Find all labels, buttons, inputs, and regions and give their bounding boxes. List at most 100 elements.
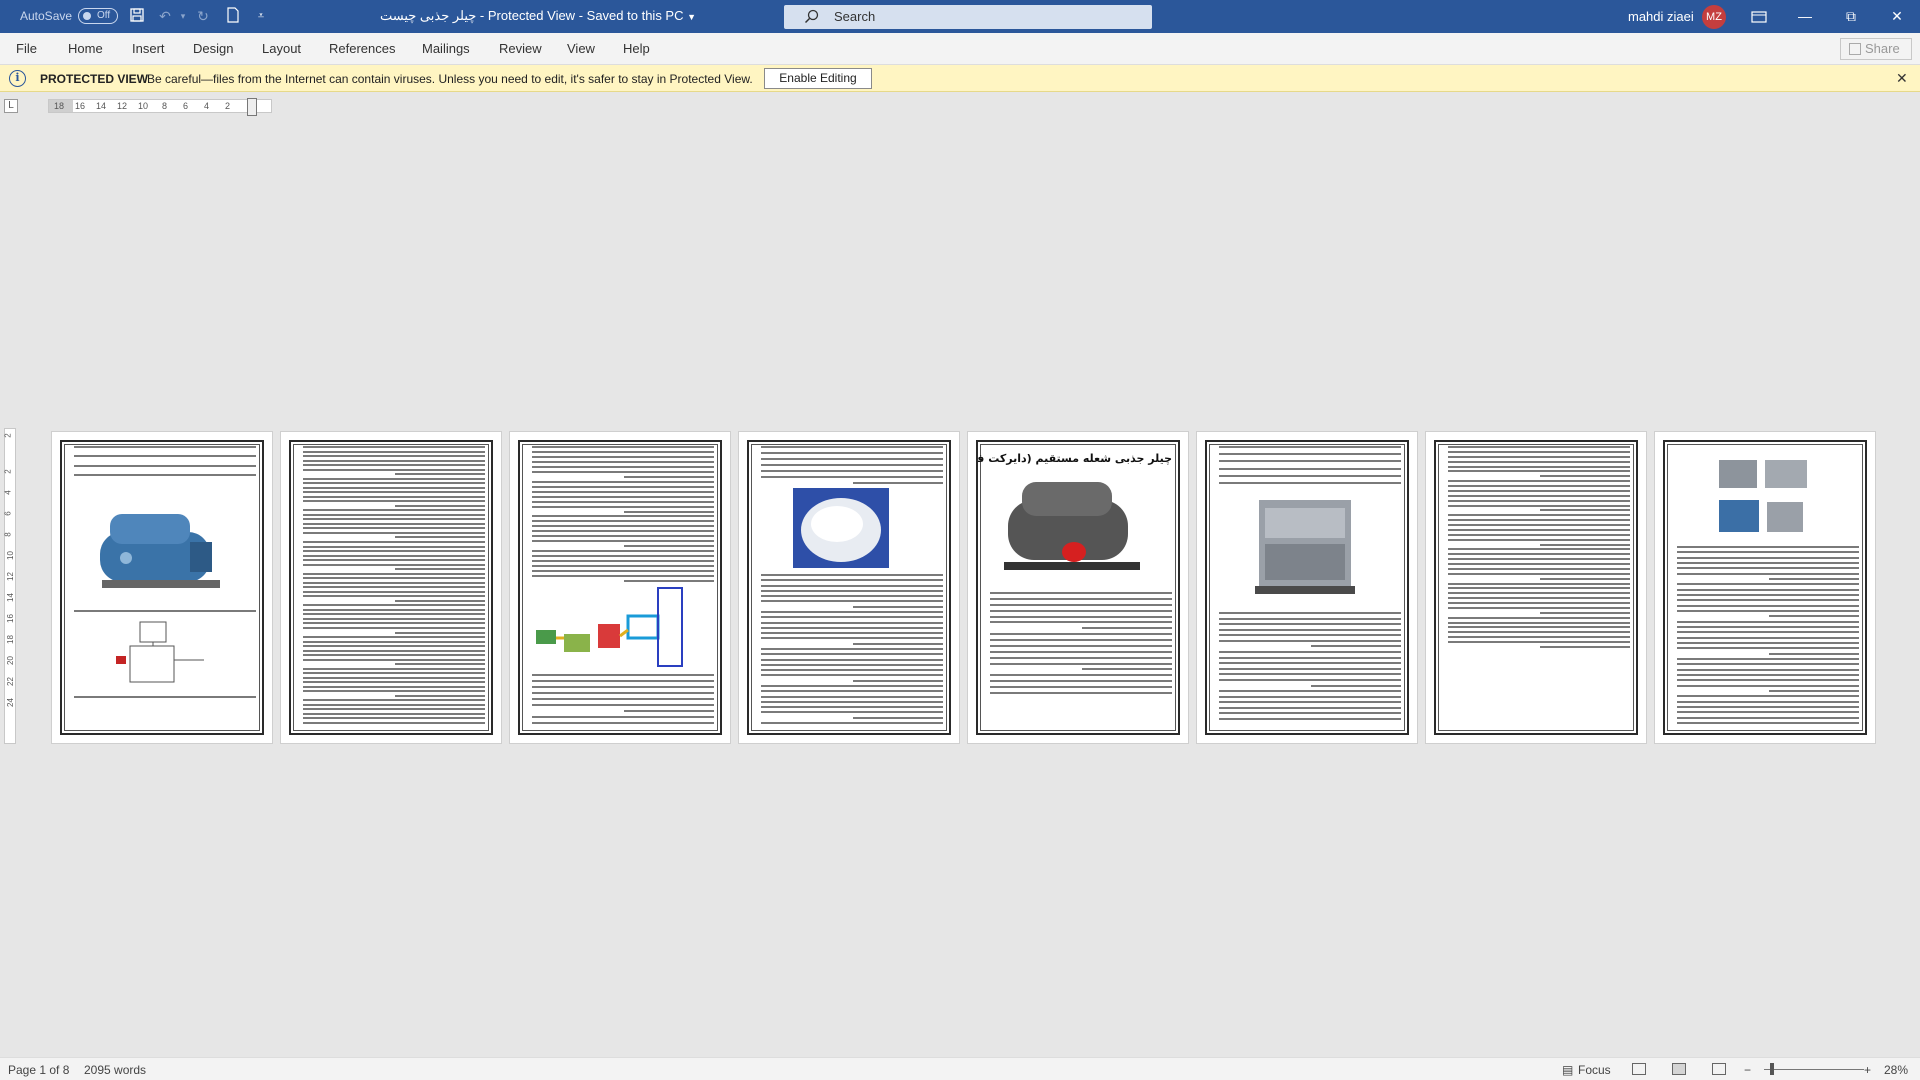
zoom-slider-thumb[interactable] xyxy=(1770,1063,1774,1075)
text-line xyxy=(303,699,485,701)
text-line xyxy=(532,530,714,532)
text-line xyxy=(1219,460,1401,462)
text-line xyxy=(532,704,714,706)
text-line xyxy=(1219,634,1401,636)
text-line xyxy=(303,464,485,466)
text-line xyxy=(395,600,485,602)
vertical-ruler[interactable]: 2 2 4 6 8 10 12 14 16 18 20 22 24 xyxy=(4,428,16,744)
text-line xyxy=(532,501,714,503)
close-window-icon[interactable]: ✕ xyxy=(1874,0,1920,33)
ruler-number: 16 xyxy=(75,101,86,111)
text-line xyxy=(761,659,943,661)
text-line xyxy=(1448,451,1630,453)
zoom-out-button[interactable]: − xyxy=(1744,1063,1751,1077)
text-line xyxy=(761,669,943,671)
read-mode-icon[interactable] xyxy=(1632,1063,1646,1075)
page-border xyxy=(60,440,264,735)
tab-view[interactable]: View xyxy=(567,41,595,56)
text-line xyxy=(761,637,943,639)
zoom-in-button[interactable]: + xyxy=(1864,1063,1871,1077)
user-name[interactable]: mahdi ziaei xyxy=(1628,9,1694,24)
tab-references[interactable]: References xyxy=(329,41,395,56)
info-icon: i xyxy=(9,70,26,87)
chiller-image xyxy=(90,502,230,598)
text-line xyxy=(303,527,485,529)
autosave-toggle[interactable]: Off xyxy=(78,8,118,24)
web-layout-icon[interactable] xyxy=(1712,1063,1726,1075)
print-layout-icon[interactable] xyxy=(1672,1063,1686,1075)
text-line xyxy=(1448,529,1630,531)
text-line xyxy=(1448,539,1630,541)
tab-mailings[interactable]: Mailings xyxy=(422,41,470,56)
text-line xyxy=(1677,594,1859,596)
text-line xyxy=(1677,706,1859,708)
customize-toolbar-icon[interactable]: ⩡ xyxy=(252,7,270,25)
zoom-level[interactable]: 28% xyxy=(1884,1063,1908,1077)
tab-home[interactable]: Home xyxy=(68,41,103,56)
save-icon[interactable] xyxy=(128,7,146,25)
page-3[interactable] xyxy=(509,431,731,744)
search-box[interactable]: Search xyxy=(784,5,1152,29)
page-7[interactable] xyxy=(1425,431,1647,744)
text-line xyxy=(761,470,943,472)
page-1[interactable] xyxy=(51,431,273,744)
tab-layout[interactable]: Layout xyxy=(262,41,301,56)
tab-file[interactable]: File xyxy=(16,41,37,56)
restore-icon[interactable]: ⧉ xyxy=(1828,0,1874,33)
tab-help[interactable]: Help xyxy=(623,41,650,56)
undo-icon[interactable]: ↶ xyxy=(156,7,174,25)
search-icon xyxy=(804,9,820,25)
text-line xyxy=(1219,696,1401,698)
text-line xyxy=(303,636,485,638)
close-icon[interactable]: ✕ xyxy=(1896,70,1908,87)
tab-review[interactable]: Review xyxy=(499,41,542,56)
focus-icon[interactable]: ▤ xyxy=(1562,1063,1573,1077)
word-count[interactable]: 2095 words xyxy=(84,1063,146,1077)
page-4[interactable] xyxy=(738,431,960,744)
text-line xyxy=(1448,622,1630,624)
page-2[interactable] xyxy=(280,431,502,744)
text-line xyxy=(532,466,714,468)
tab-design[interactable]: Design xyxy=(193,41,233,56)
text-line xyxy=(1677,674,1859,676)
text-line xyxy=(532,716,714,718)
focus-button[interactable]: Focus xyxy=(1578,1063,1611,1077)
text-line xyxy=(990,657,1172,659)
tab-selector[interactable]: L xyxy=(4,99,18,113)
view-mode: Protected View xyxy=(487,8,576,23)
text-line xyxy=(303,469,485,471)
share-button[interactable]: Share xyxy=(1840,38,1912,60)
ribbon-display-options-icon[interactable] xyxy=(1736,0,1782,33)
indent-marker[interactable] xyxy=(247,98,257,116)
undo-dropdown-icon[interactable]: ▾ xyxy=(174,7,192,25)
tab-insert[interactable]: Insert xyxy=(132,41,165,56)
page-6[interactable] xyxy=(1196,431,1418,744)
document-title[interactable]: چیلر جذبی چیست - Protected View - Saved … xyxy=(380,8,696,24)
page-indicator[interactable]: Page 1 of 8 xyxy=(8,1063,69,1077)
text-line xyxy=(303,487,485,489)
text-line xyxy=(1448,617,1630,619)
text-line xyxy=(1677,717,1859,719)
text-line xyxy=(761,632,943,634)
new-document-icon[interactable] xyxy=(224,7,242,25)
text-line xyxy=(532,570,714,572)
ruler-number: 8 xyxy=(162,101,168,111)
page-8[interactable] xyxy=(1654,431,1876,744)
avatar[interactable]: MZ xyxy=(1702,5,1726,29)
text-line xyxy=(395,536,485,538)
text-line xyxy=(1448,626,1630,628)
enable-editing-button[interactable]: Enable Editing xyxy=(764,68,872,89)
text-line xyxy=(1677,621,1859,623)
redo-icon[interactable]: ↻ xyxy=(194,7,212,25)
protected-view-title: PROTECTED VIEW xyxy=(40,72,149,86)
zoom-slider[interactable] xyxy=(1764,1069,1864,1070)
text-line xyxy=(1448,558,1630,560)
text-line xyxy=(532,686,714,688)
text-line xyxy=(303,523,485,525)
text-line xyxy=(532,540,714,542)
horizontal-ruler[interactable]: 18 16 14 12 10 8 6 4 2 xyxy=(48,98,272,116)
page-5[interactable]: چیلر جذبی شعله مستقیم (دایرکت فایر) xyxy=(967,431,1189,744)
text-line xyxy=(1219,446,1401,448)
minimize-icon[interactable]: — xyxy=(1782,0,1828,33)
ruler-number: 14 xyxy=(5,593,15,602)
